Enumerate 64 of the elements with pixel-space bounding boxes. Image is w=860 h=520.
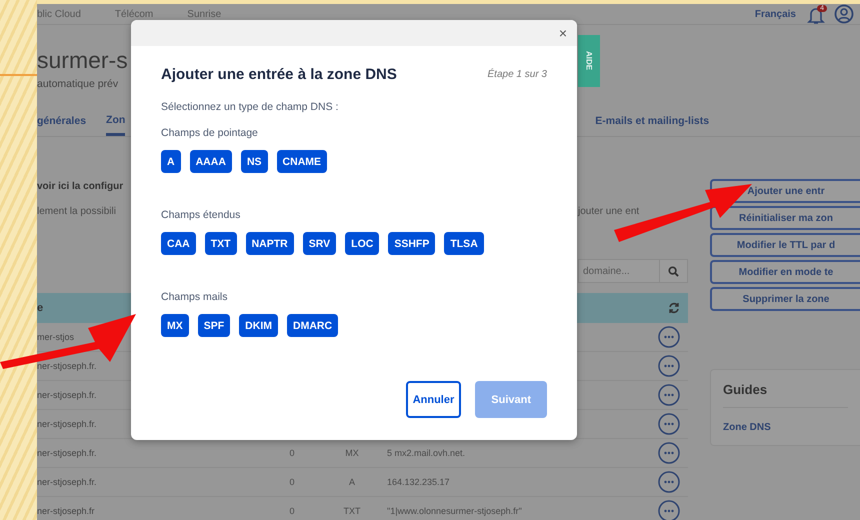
record-type-button[interactable]: LOC — [345, 232, 380, 255]
table-cell-text: 0 — [288, 448, 296, 458]
table-cell: mer-stjos — [37, 332, 74, 342]
table-cell: ner-stjoseph.fr. — [37, 448, 97, 458]
intro-heading: voir ici la configur — [37, 181, 124, 192]
group-label: Champs de pointage — [161, 127, 259, 139]
dialog-title: Ajouter une entrée à la zone DNS — [161, 66, 397, 83]
table-cell-text: "1|www.olonnesurmer-stjoseph.fr" — [387, 506, 523, 516]
record-type-button[interactable]: DKIM — [239, 314, 278, 337]
action-button[interactable]: Modifier le TTL par d — [710, 233, 860, 257]
page-subtitle: automatique prév — [37, 78, 120, 90]
dialog-prompt: Sélectionnez un type de champ DNS : — [161, 101, 340, 113]
table-cell: ner-stjoseph.fr. — [37, 477, 97, 487]
record-type-button[interactable]: A — [161, 150, 181, 173]
refresh-icon[interactable] — [668, 302, 680, 314]
close-button[interactable]: × — [554, 25, 571, 41]
search-icon — [668, 266, 679, 276]
table-cell-text: 164.132.235.17 — [387, 477, 451, 487]
user-icon[interactable] — [834, 4, 854, 24]
guides-title: Guides — [723, 382, 848, 408]
record-type-button[interactable]: SSHFP — [388, 232, 436, 255]
table-cell: ner-stjoseph.fr — [37, 506, 95, 516]
record-type-button[interactable]: CAA — [161, 232, 196, 255]
more-options-icon[interactable] — [658, 413, 680, 435]
table-cell: ner-stjoseph.fr. — [37, 419, 97, 429]
record-type-button[interactable]: AAAA — [190, 150, 232, 173]
action-button[interactable]: Modifier en mode te — [710, 260, 860, 284]
action-button[interactable]: Supprimer la zone — [710, 287, 860, 311]
record-type-button[interactable]: NS — [240, 150, 268, 173]
more-options-icon[interactable] — [658, 326, 680, 348]
table-cell: ner-stjoseph.fr. — [37, 361, 97, 371]
column-header: e — [37, 302, 44, 314]
more-options-icon[interactable] — [658, 384, 680, 406]
search-field[interactable]: domaine... — [578, 259, 660, 283]
action-button[interactable]: Réinitialiser ma zon — [710, 206, 860, 230]
table-cell-text: A — [348, 477, 356, 487]
more-options-icon[interactable] — [658, 355, 680, 377]
slide-rule — [0, 74, 37, 76]
table-cell-text: 0 — [288, 506, 296, 516]
table-cell-text: 0 — [288, 477, 296, 487]
group-label: Champs mails — [161, 291, 229, 303]
group-label: Champs étendus — [161, 209, 242, 221]
more-options-icon[interactable] — [658, 442, 680, 464]
cancel-button[interactable]: Annuler — [406, 381, 462, 418]
more-options-icon[interactable] — [658, 500, 680, 520]
record-type-button[interactable]: CNAME — [276, 150, 328, 173]
record-type-button[interactable]: NAPTR — [246, 232, 294, 255]
intro-text: lement la possibili — [37, 206, 116, 217]
table-cell-text: TXT — [342, 506, 362, 516]
record-type-button[interactable]: MX — [161, 314, 189, 337]
table-cell: ner-stjoseph.fr. — [37, 390, 97, 400]
record-type-button[interactable]: TLSA — [444, 232, 484, 255]
more-options-icon[interactable] — [658, 471, 680, 493]
record-type-button[interactable]: SPF — [198, 314, 230, 337]
table-cell-text: 5 mx2.mail.ovh.net. — [387, 448, 466, 458]
record-type-button[interactable]: DMARC — [287, 314, 338, 337]
search-button[interactable] — [660, 259, 688, 283]
table-cell-text: MX — [344, 448, 360, 458]
intro-text: jouter une ent — [578, 206, 640, 217]
record-type-button[interactable]: SRV — [302, 232, 336, 255]
step-indicator: Étape 1 sur 3 — [488, 69, 547, 80]
guide-link[interactable]: Zone DNS — [723, 422, 848, 433]
record-type-button[interactable]: TXT — [204, 232, 237, 255]
page-title: surmer-s — [37, 47, 128, 74]
